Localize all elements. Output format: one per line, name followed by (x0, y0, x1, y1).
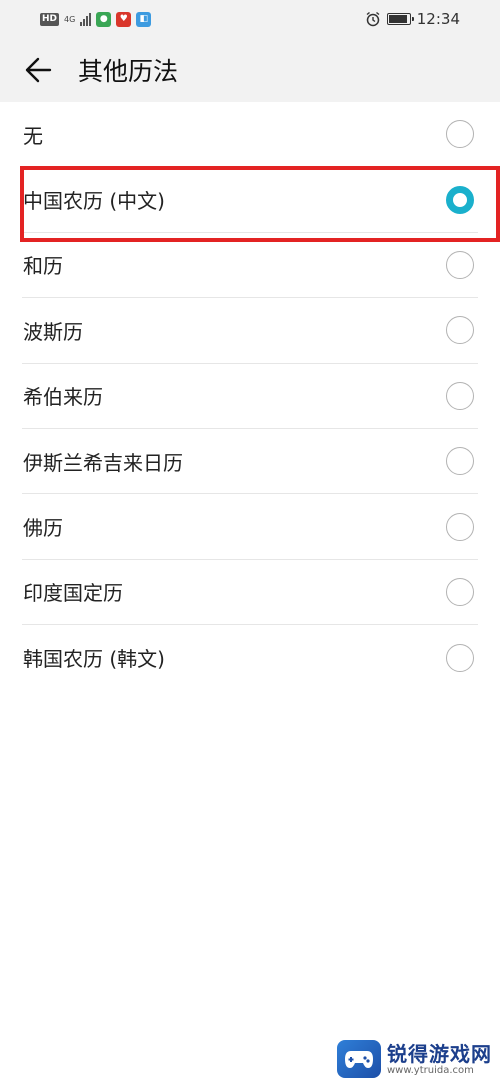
header: 其他历法 (0, 38, 500, 102)
radio-button[interactable] (446, 447, 474, 476)
option-row-none[interactable]: 无 (22, 102, 478, 168)
radio-button[interactable] (446, 250, 474, 279)
hd-badge: HD (40, 12, 60, 26)
gamepad-logo-icon (337, 1040, 381, 1078)
signal-icon (80, 12, 92, 26)
arrow-left-icon (25, 57, 52, 83)
option-label: 希伯来历 (23, 385, 103, 410)
radio-button[interactable] (446, 577, 474, 606)
option-row-chinese-lunar[interactable]: 中国农历 (中文) (22, 167, 478, 233)
status-right: 12:34 (365, 10, 460, 28)
status-bar: HD 4G ● ♥ ◧ 12:34 (0, 0, 500, 38)
watermark-text: 锐得游戏网 www.ytruida.com (387, 1043, 492, 1076)
battery-icon (386, 13, 414, 25)
option-row-hebrew[interactable]: 希伯来历 (22, 364, 478, 429)
app-notification-icon-1: ● (96, 11, 112, 27)
watermark-url: www.ytruida.com (387, 1064, 474, 1076)
option-row-persian[interactable]: 波斯历 (22, 298, 478, 364)
option-row-islamic[interactable]: 伊斯兰希吉来日历 (22, 429, 478, 495)
status-left: HD 4G ● ♥ ◧ (40, 11, 152, 27)
option-label: 波斯历 (23, 319, 83, 344)
option-row-korean-lunar[interactable]: 韩国农历 (韩文) (22, 625, 478, 690)
option-row-buddhist[interactable]: 佛历 (22, 494, 478, 560)
radio-button[interactable] (446, 185, 474, 214)
option-label: 中国农历 (中文) (23, 189, 165, 214)
option-label: 伊斯兰希吉来日历 (23, 450, 183, 475)
alarm-icon (366, 11, 380, 27)
option-label: 佛历 (23, 516, 63, 541)
status-time: 12:34 (416, 10, 460, 28)
option-label: 韩国农历 (韩文) (23, 647, 165, 672)
option-label: 和历 (23, 254, 63, 279)
battery-fill (388, 15, 407, 23)
option-row-indian[interactable]: 印度国定历 (22, 560, 478, 626)
back-button[interactable] (22, 54, 54, 86)
option-label: 印度国定历 (23, 581, 123, 606)
radio-button[interactable] (446, 643, 474, 672)
network-label: 4G (64, 14, 76, 24)
option-label: 无 (23, 123, 43, 148)
calendar-option-list: 无 中国农历 (中文) 和历 波斯历 希伯来历 伊斯兰希吉来日历 佛历 印度国定… (0, 102, 500, 691)
radio-button[interactable] (446, 512, 474, 541)
app-notification-icon-2: ♥ (116, 11, 132, 27)
page-title: 其他历法 (78, 57, 179, 86)
watermark: 锐得游戏网 www.ytruida.com (337, 1040, 492, 1078)
radio-button[interactable] (446, 316, 474, 345)
app-notification-icon-3: ◧ (136, 11, 152, 27)
option-row-japanese[interactable]: 和历 (22, 233, 478, 299)
radio-button[interactable] (446, 120, 474, 149)
watermark-title: 锐得游戏网 (387, 1041, 492, 1066)
radio-button[interactable] (446, 381, 474, 410)
